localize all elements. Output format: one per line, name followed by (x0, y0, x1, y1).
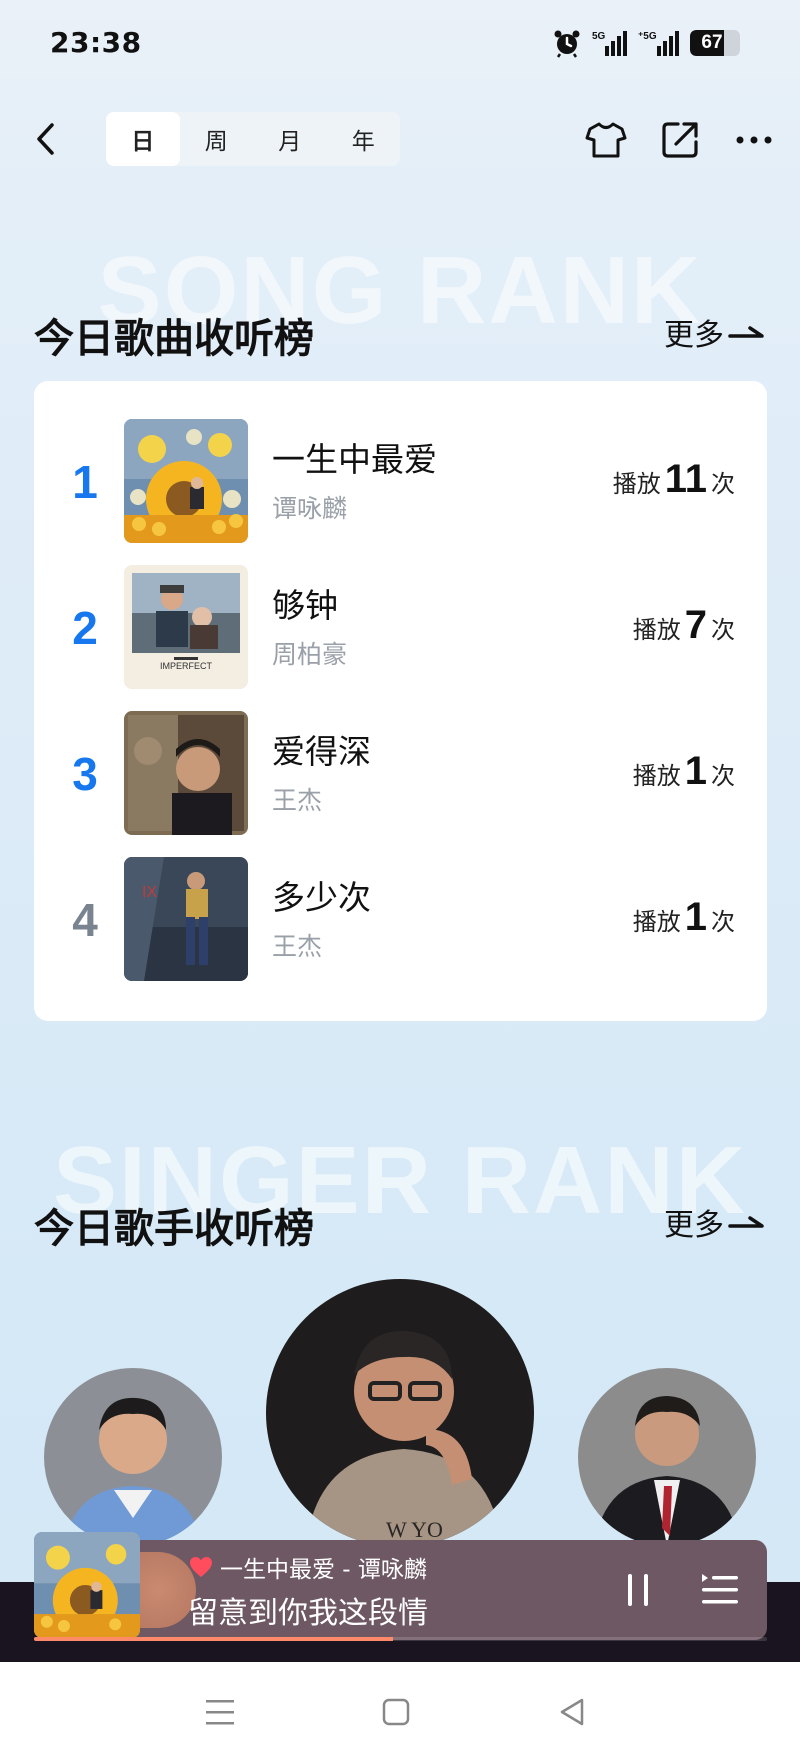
svg-text:⁺5G: ⁺5G (638, 31, 657, 42)
play-prefix: 播放 (612, 470, 661, 498)
svg-text:W YO: W YO (386, 1517, 443, 1542)
song-artist: 谭咏麟 (272, 494, 348, 523)
play-count: 播放 7 次 (633, 603, 735, 648)
song-row[interactable]: 4 IX 多少次 王杰 播放 1 次 (34, 857, 767, 981)
now-playing-title: 一生中最爱 - 谭咏麟 (220, 1557, 427, 1583)
home-icon (382, 1698, 410, 1726)
play-count: 播放 1 次 (633, 895, 735, 940)
song-artist: 王杰 (272, 786, 323, 815)
playlist-button[interactable] (696, 1566, 744, 1614)
svg-text:IMPERFECT: IMPERFECT (160, 661, 213, 671)
rank-number: 4 (72, 894, 98, 946)
song-artist: 周柏豪 (272, 640, 348, 669)
more-label: 更多 (664, 1208, 724, 1243)
playback-progress-fill (34, 1637, 394, 1641)
menu-icon (206, 1700, 234, 1725)
system-nav-bar (0, 1662, 800, 1759)
now-playing-cover[interactable] (34, 1532, 140, 1638)
play-prefix: 播放 (632, 762, 681, 790)
top-nav: 日 周 月 年 (0, 100, 800, 180)
song-artist: 王杰 (272, 932, 323, 961)
current-lyric: 留意到你我这段情 (188, 1596, 428, 1631)
song-row[interactable]: 2 IMPERFECT 够钟 周柏豪 播放 7 次 (34, 565, 767, 689)
song-rank-more-link[interactable]: 更多 (664, 310, 764, 354)
more-button[interactable] (730, 116, 778, 164)
play-suffix: 次 (711, 908, 735, 936)
song-title: 一生中最爱 (272, 440, 437, 479)
signal-5g-icon: ⁺5G (638, 28, 680, 58)
recents-button[interactable] (198, 1690, 242, 1734)
battery-level: 67 (701, 32, 723, 53)
play-prefix: 播放 (632, 908, 681, 936)
song-title: 多少次 (272, 878, 371, 917)
play-suffix: 次 (711, 762, 735, 790)
pause-icon (628, 1574, 648, 1606)
tab-week[interactable]: 周 (180, 112, 254, 166)
tab-year[interactable]: 年 (327, 112, 401, 166)
song-title: 够钟 (272, 586, 338, 625)
play-count: 播放 11 次 (613, 457, 735, 502)
period-tabs: 日 周 月 年 (106, 112, 400, 166)
song-row[interactable]: 1 一生中最爱 谭咏麟 播放 11 次 (34, 419, 767, 543)
singer-rank-title: 今日歌手收听榜 (34, 1206, 314, 1252)
singer-rank-more-link[interactable]: 更多 (664, 1200, 764, 1244)
signal-5g-icon: 5G (592, 28, 628, 58)
play-count-value: 1 (684, 749, 707, 793)
chevron-left-icon (37, 123, 54, 155)
rank-number: 2 (72, 602, 98, 654)
song-title: 爱得深 (272, 732, 371, 771)
playlist-icon (702, 1574, 738, 1604)
play-count: 播放 1 次 (633, 749, 735, 794)
system-back-button[interactable] (550, 1690, 594, 1734)
singer-avatar[interactable]: W YO (266, 1279, 534, 1547)
play-count-value: 7 (684, 603, 707, 647)
status-bar: 23:38 5G ⁺5G 67 (0, 0, 800, 90)
album-cover (124, 711, 248, 835)
play-count-value: 1 (684, 895, 707, 939)
home-button[interactable] (374, 1690, 418, 1734)
rank-number: 1 (72, 456, 98, 508)
back-icon (560, 1698, 584, 1726)
song-rank-title: 今日歌曲收听榜 (34, 316, 314, 362)
heart-icon[interactable] (188, 1555, 214, 1579)
mini-player[interactable]: 一生中最爱 - 谭咏麟 留意到你我这段情 (34, 1532, 767, 1641)
share-icon (662, 122, 698, 158)
status-icons: 5G ⁺5G 67 (552, 28, 740, 58)
song-row[interactable]: 3 爱得深 王杰 播放 1 次 (34, 711, 767, 835)
arrow-right-icon (728, 1216, 764, 1228)
album-cover: IMPERFECT (124, 565, 248, 689)
shirt-icon (585, 122, 627, 158)
tab-day[interactable]: 日 (106, 112, 180, 166)
pause-button[interactable] (614, 1566, 662, 1614)
alarm-icon (552, 28, 582, 58)
svg-text:IX: IX (142, 884, 157, 901)
rank-number: 3 (72, 748, 98, 800)
arrow-right-icon (728, 326, 764, 338)
share-button[interactable] (656, 116, 704, 164)
album-cover (124, 419, 248, 543)
now-playing-info: 一生中最爱 - 谭咏麟 (188, 1550, 427, 1584)
singer-avatar[interactable] (44, 1368, 222, 1546)
nav-actions (582, 116, 778, 164)
playback-progress[interactable] (34, 1637, 767, 1641)
more-label: 更多 (664, 318, 724, 353)
skin-button[interactable] (582, 116, 630, 164)
play-suffix: 次 (711, 616, 735, 644)
battery-icon: 67 (690, 30, 740, 56)
play-prefix: 播放 (632, 616, 681, 644)
svg-text:5G: 5G (592, 31, 606, 42)
album-cover: IX (124, 857, 248, 981)
singer-avatar[interactable] (578, 1368, 756, 1546)
song-rank-card: 1 一生中最爱 谭咏麟 播放 11 次 2 IMPERFECT 够钟 周柏豪 播… (34, 381, 767, 1021)
clock: 23:38 (50, 26, 142, 59)
back-button[interactable] (24, 116, 70, 162)
play-count-value: 11 (664, 457, 707, 501)
tab-month[interactable]: 月 (253, 112, 327, 166)
play-suffix: 次 (711, 470, 735, 498)
more-icon (736, 136, 772, 144)
